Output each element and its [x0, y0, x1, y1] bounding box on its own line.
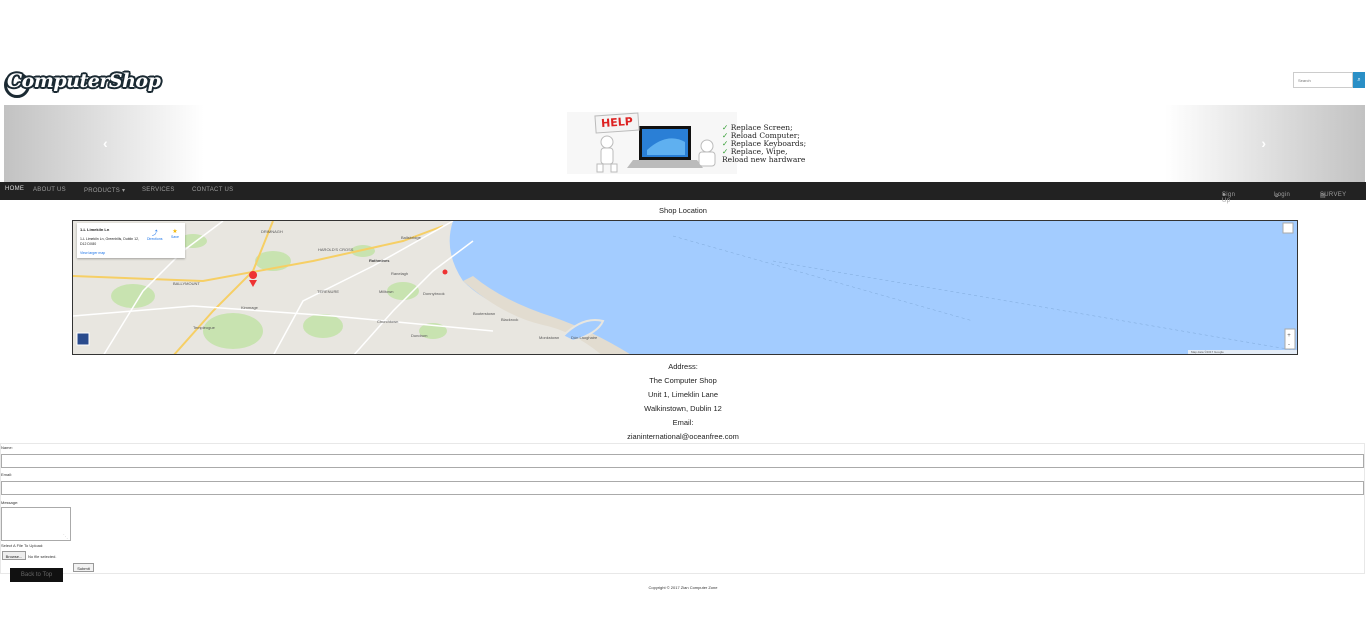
map-label: Monkstown [539, 335, 560, 340]
map-place-address: 1-L Limekiln Ln, Greenhills, Dublin 12, … [80, 237, 140, 246]
search-box: ⌕ [1293, 72, 1365, 88]
svg-text:-: - [1288, 342, 1290, 348]
email-heading: Email: [672, 418, 694, 427]
slide-item: Reload new hardware [722, 155, 806, 164]
map-canvas: + - [73, 221, 1297, 354]
site-logo[interactable]: ComputerShop [4, 70, 161, 98]
carousel-slide: HELP ✓ Replace Screen; ✓ Reload Computer… [567, 112, 807, 174]
carousel-next-control[interactable]: › [1165, 105, 1365, 182]
email-field[interactable] [1, 481, 1364, 495]
map-label: Blackrock [501, 317, 519, 322]
map-label: Templeogue [193, 325, 215, 330]
map-label: BALLYMOUNT [173, 281, 200, 286]
email-address[interactable]: zianinternational@oceanfree.com [0, 432, 1366, 441]
email-label: Email: [1, 472, 13, 477]
shop-location-title: Shop Location [659, 206, 707, 215]
map-label: HAROLD'S CROSS [318, 247, 354, 252]
svg-text:+: + [1287, 333, 1291, 339]
map-label: Milltown [379, 289, 394, 294]
map-label: Booterstown [473, 311, 496, 316]
search-input[interactable] [1293, 72, 1353, 88]
main-navbar: HOME ABOUT US PRODUCTS ▾ SERVICES CONTAC… [0, 182, 1366, 204]
browse-button[interactable]: Browse... [2, 551, 26, 560]
map-label: TERENURE [317, 289, 340, 294]
map-label: Dundrum [411, 333, 428, 338]
address-name: The Computer Shop [649, 376, 717, 385]
image-carousel: ‹ › HELP ✓ Replace Screen; ✓ Reload Comp… [4, 105, 1365, 182]
map-place-name: 1-L Limekiln Ln [80, 227, 110, 232]
help-sign: HELP [594, 112, 640, 134]
star-icon: ★ [172, 229, 178, 235]
copyright-text: Copyright © 2017 Zian Computer Zone [648, 585, 718, 590]
map-label: Rathmines [369, 258, 390, 263]
chevron-right-icon: › [1261, 135, 1266, 151]
map-label: DRIMNAGH [261, 229, 283, 234]
embedded-map[interactable]: + - DRIMNAGH Ballsbridge HAROLD'S CROSS … [72, 220, 1298, 355]
directions-icon: ⤴ [151, 231, 158, 237]
slide-service-list: ✓ Replace Screen; ✓ Reload Computer; ✓ R… [722, 124, 806, 164]
map-label: Kimmage [241, 305, 258, 310]
nav-contact[interactable]: CONTACT US [192, 187, 233, 193]
back-to-top-button[interactable]: Back to Top [10, 568, 63, 582]
address-line2: Walkinstown, Dublin 12 [644, 404, 722, 413]
map-info-card: 1-L Limekiln Ln 1-L Limekiln Ln, Greenhi… [77, 223, 185, 258]
directions-button[interactable]: ⤴ Directions [147, 228, 163, 241]
message-label: Message: [1, 500, 19, 505]
address-line1: Unit 1, Limeklin Lane [647, 390, 719, 399]
map-label: Ballsbridge [401, 235, 421, 240]
view-larger-map-link[interactable]: View larger map [80, 251, 105, 255]
search-button[interactable]: ⌕ [1353, 72, 1365, 88]
map-copyright: Map data ©2017 Google [1191, 350, 1224, 354]
map-label: Churchtown [377, 319, 399, 324]
nav-home[interactable]: HOME [5, 186, 24, 192]
help-laptop-illustration [567, 112, 737, 174]
message-textarea[interactable]: ⋱ [1, 507, 71, 541]
search-icon: ⌕ [1357, 77, 1361, 83]
resize-handle-icon[interactable]: ⋱ [63, 534, 68, 540]
carousel-prev-control[interactable]: ‹ [4, 105, 204, 182]
name-label: Name: [1, 445, 13, 450]
name-field[interactable] [1, 454, 1364, 468]
no-file-text: No file selected. [28, 554, 57, 559]
nav-about[interactable]: ABOUT US [33, 187, 66, 193]
file-upload-label: Select A File To Upload: [1, 543, 44, 548]
submit-button[interactable]: Submit [73, 563, 94, 572]
map-label: Ranelagh [391, 271, 409, 276]
save-button[interactable]: ★ Save [171, 228, 179, 239]
chevron-left-icon: ‹ [103, 135, 108, 151]
nav-products-dropdown[interactable]: PRODUCTS ▾ [84, 187, 125, 194]
map-label: Dún Laoghaire [571, 335, 598, 340]
logo-text: ComputerShop [7, 70, 161, 92]
address-heading: Address: [668, 362, 698, 371]
nav-services[interactable]: SERVICES [142, 187, 175, 193]
map-label: Donnybrook [423, 291, 445, 296]
